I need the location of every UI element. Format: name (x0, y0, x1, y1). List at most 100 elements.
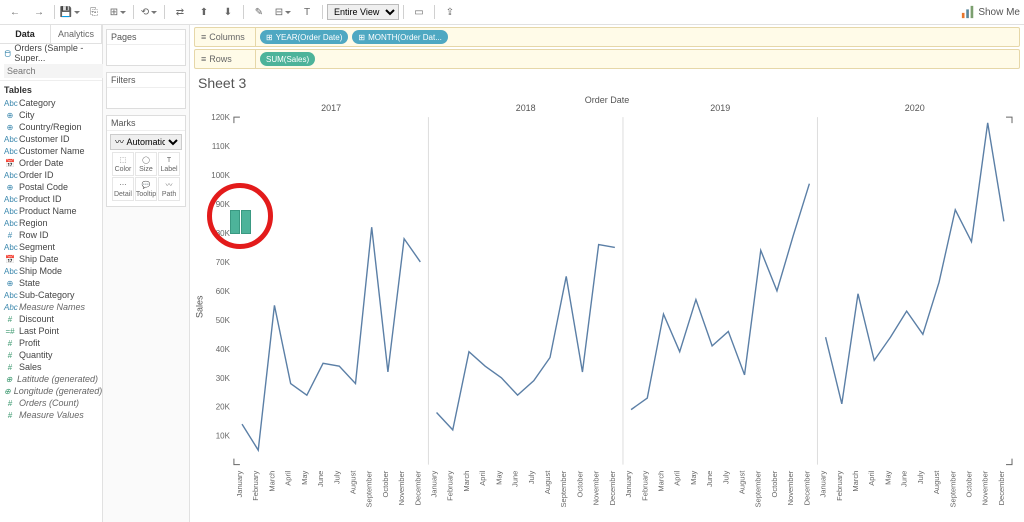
share-button[interactable]: ⇪ (439, 2, 461, 22)
svg-text:August: August (932, 470, 941, 494)
svg-text:100K: 100K (211, 171, 230, 180)
svg-text:December: December (608, 470, 617, 505)
mark-path[interactable]: 〰Path (158, 177, 180, 201)
new-worksheet-button[interactable]: ⊞ (107, 2, 129, 22)
field-orders-count-[interactable]: #Orders (Count) (0, 397, 102, 409)
field-type-icon: ⊕ (4, 123, 16, 132)
field-product-id[interactable]: AbcProduct ID (0, 193, 102, 205)
show-me-label: Show Me (978, 7, 1020, 18)
svg-text:March: March (267, 471, 276, 492)
field-segment[interactable]: AbcSegment (0, 241, 102, 253)
field-sub-category[interactable]: AbcSub-Category (0, 289, 102, 301)
show-me-button[interactable]: Show Me (961, 5, 1020, 19)
field-customer-id[interactable]: AbcCustomer ID (0, 133, 102, 145)
tab-analytics[interactable]: Analytics (51, 25, 102, 43)
svg-text:May: May (300, 470, 309, 484)
svg-text:May: May (494, 470, 503, 484)
svg-text:October: October (965, 470, 974, 497)
sort-desc-button[interactable]: ⬇ (217, 2, 239, 22)
datasource-row[interactable]: Orders (Sample - Super... (0, 44, 102, 62)
rows-icon: ≡ (201, 54, 206, 64)
rows-shelf[interactable]: ≡Rows SUM(Sales) (194, 49, 1020, 69)
field-type-icon: # (4, 399, 16, 408)
field-city[interactable]: ⊕City (0, 109, 102, 121)
field-type-icon: Abc (4, 135, 16, 144)
mark-label[interactable]: TLabel (158, 152, 180, 176)
clear-button[interactable]: ⟲ (138, 2, 160, 22)
svg-text:September: September (365, 470, 374, 507)
swap-button[interactable]: ⇄ (169, 2, 191, 22)
view[interactable]: 10K20K30K40K50K60K70K80K90K100K110K120K2… (190, 95, 1024, 522)
mark-color[interactable]: ⬚Color (112, 152, 134, 176)
field-sales[interactable]: #Sales (0, 361, 102, 373)
fit-select[interactable]: Entire View (327, 4, 399, 20)
field-type-icon: ⊕ (4, 375, 14, 384)
new-datasource-button[interactable]: ⎘ (83, 2, 105, 22)
field-type-icon: Abc (4, 303, 16, 312)
field-order-date[interactable]: 📅Order Date (0, 157, 102, 169)
svg-text:September: September (559, 470, 568, 507)
back-button[interactable]: ← (4, 2, 26, 22)
svg-text:June: June (705, 471, 714, 487)
field-order-id[interactable]: AbcOrder ID (0, 169, 102, 181)
field-type-icon: ⊕ (4, 111, 16, 120)
field-customer-name[interactable]: AbcCustomer Name (0, 145, 102, 157)
field-discount[interactable]: #Discount (0, 313, 102, 325)
forward-button[interactable]: → (28, 2, 50, 22)
tab-data[interactable]: Data (0, 25, 51, 43)
field-latitude-generated-[interactable]: ⊕Latitude (generated) (0, 373, 102, 385)
field-product-name[interactable]: AbcProduct Name (0, 205, 102, 217)
pages-card[interactable]: Pages (106, 29, 186, 66)
field-category[interactable]: AbcCategory (0, 97, 102, 109)
field-measure-values[interactable]: #Measure Values (0, 409, 102, 421)
field-profit[interactable]: #Profit (0, 337, 102, 349)
field-region[interactable]: AbcRegion (0, 217, 102, 229)
field-type-icon: Abc (4, 291, 16, 300)
presentation-button[interactable]: ▭ (408, 2, 430, 22)
field-row-id[interactable]: #Row ID (0, 229, 102, 241)
field-measure-names[interactable]: AbcMeasure Names (0, 301, 102, 313)
columns-shelf[interactable]: ≡Columns ⊞YEAR(Order Date) ⊞MONTH(Order … (194, 27, 1020, 47)
svg-text:November: November (981, 470, 990, 505)
field-type-icon: # (4, 351, 16, 360)
field-longitude-generated-[interactable]: ⊕Longitude (generated) (0, 385, 102, 397)
field-ship-mode[interactable]: AbcShip Mode (0, 265, 102, 277)
svg-text:January: January (430, 470, 439, 497)
field-type-icon: ⊕ (4, 279, 16, 288)
field-type-icon: Abc (4, 207, 16, 216)
svg-text:November: November (397, 470, 406, 505)
field-last-point[interactable]: =#Last Point (0, 325, 102, 337)
svg-text:2020: 2020 (905, 103, 925, 113)
columns-icon: ≡ (201, 32, 206, 42)
svg-text:20K: 20K (216, 403, 231, 412)
mark-tooltip[interactable]: 💬Tooltip (135, 177, 157, 201)
field-type-icon: Abc (4, 195, 16, 204)
svg-text:October: October (575, 470, 584, 497)
sheet-title[interactable]: Sheet 3 (190, 71, 1024, 95)
svg-text:November: November (592, 470, 601, 505)
mark-size[interactable]: ◯Size (135, 152, 157, 176)
data-pane: Data Analytics Orders (Sample - Super...… (0, 25, 103, 522)
save-button[interactable]: 💾 (59, 2, 81, 22)
filters-card[interactable]: Filters (106, 72, 186, 109)
mark-detail[interactable]: ⋯Detail (112, 177, 134, 201)
worksheet-area: ≡Columns ⊞YEAR(Order Date) ⊞MONTH(Order … (190, 25, 1024, 522)
group-button[interactable]: ⊟ (272, 2, 294, 22)
field-country-region[interactable]: ⊕Country/Region (0, 121, 102, 133)
field-quantity[interactable]: #Quantity (0, 349, 102, 361)
highlight-button[interactable]: ✎ (248, 2, 270, 22)
pill-month[interactable]: ⊞MONTH(Order Dat... (352, 30, 447, 44)
field-state[interactable]: ⊕State (0, 277, 102, 289)
labels-button[interactable]: T (296, 2, 318, 22)
sort-asc-button[interactable]: ⬆ (193, 2, 215, 22)
svg-text:80K: 80K (216, 229, 231, 238)
field-postal-code[interactable]: ⊕Postal Code (0, 181, 102, 193)
field-type-icon: Abc (4, 147, 16, 156)
mark-type-select[interactable]: 〰 Automatic (110, 134, 182, 150)
svg-text:July: July (916, 470, 925, 484)
svg-text:December: December (802, 470, 811, 505)
pill-sales[interactable]: SUM(Sales) (260, 52, 315, 66)
pill-year[interactable]: ⊞YEAR(Order Date) (260, 30, 348, 44)
x-axis-title: Order Date (585, 95, 630, 105)
field-ship-date[interactable]: 📅Ship Date (0, 253, 102, 265)
